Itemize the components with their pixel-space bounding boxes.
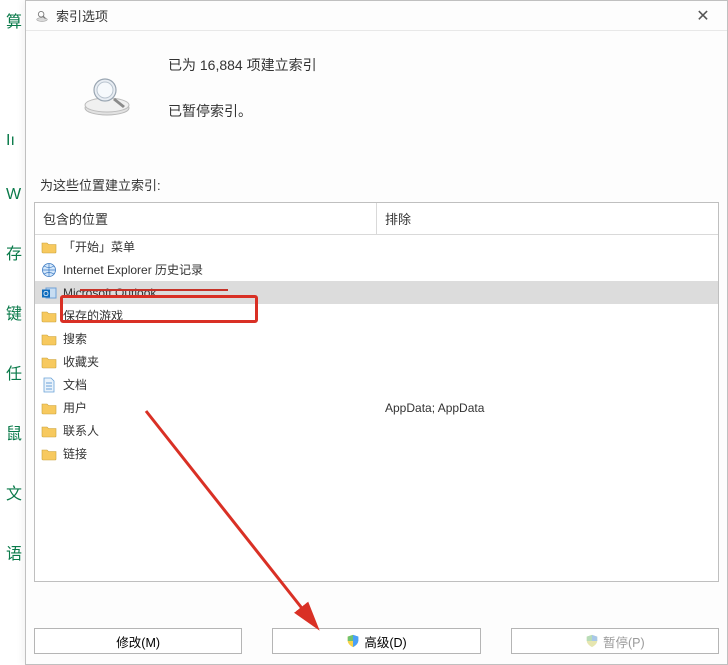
table-header: 包含的位置 排除 [35,203,718,235]
exclude-cell: AppData; AppData [377,401,718,415]
location-cell: Internet Explorer 历史记录 [35,261,377,278]
modify-button[interactable]: 修改(M) [34,628,242,654]
globe-icon [41,263,57,277]
location-label: 搜索 [63,330,87,347]
location-cell: 搜索 [35,330,377,347]
col-excluded[interactable]: 排除 [377,203,718,234]
location-label: 联系人 [63,422,99,439]
close-button[interactable]: ✕ [687,6,719,26]
button-bar: 修改(M) 高级(D) 暂停(P) [34,628,719,654]
table-row[interactable]: Internet Explorer 历史记录 [35,258,718,281]
table-row[interactable]: 搜索 [35,327,718,350]
location-label: 链接 [63,445,87,462]
location-label: 用户 [63,399,87,416]
magnifier-art [72,69,142,121]
table-row[interactable]: 用户 AppData; AppData [35,396,718,419]
folder-icon [41,447,57,461]
location-cell: 用户 [35,399,377,416]
items-indexed-text: 已为 16,884 项建立索引 [168,55,317,75]
table-body: 「开始」菜单Internet Explorer 历史记录OMicrosoft O… [35,235,718,581]
table-row[interactable]: 「开始」菜单 [35,235,718,258]
table-row[interactable]: 链接 [35,442,718,465]
locations-table: 包含的位置 排除 「开始」菜单Internet Explorer 历史记录OMi… [34,202,719,582]
dialog-title: 索引选项 [56,6,687,25]
location-cell: 联系人 [35,422,377,439]
shield-icon [346,634,360,648]
svg-text:O: O [43,291,49,298]
doc-icon [41,378,57,392]
table-row[interactable]: 文档 [35,373,718,396]
col-included[interactable]: 包含的位置 [35,203,377,234]
pause-button[interactable]: 暂停(P) [511,628,719,654]
status-area: 已为 16,884 项建立索引 已暂停索引。 [26,31,727,131]
folder-icon [41,424,57,438]
indexing-icon [34,8,50,24]
folder-icon [41,332,57,346]
shield-icon [585,634,599,648]
advanced-button[interactable]: 高级(D) [272,628,480,654]
annotation-strike [80,289,228,291]
titlebar: 索引选项 ✕ [26,1,727,31]
folder-icon [41,309,57,323]
indexing-paused-text: 已暂停索引。 [168,101,317,121]
outlook-icon: O [41,286,57,300]
locations-label: 为这些位置建立索引: [40,175,727,194]
annotation-highlight-outlook [60,295,258,323]
table-row[interactable]: 收藏夹 [35,350,718,373]
location-label: 「开始」菜单 [63,238,135,255]
indexing-options-dialog: 索引选项 ✕ 已为 16,884 项建立索引 已暂停索引。 为这些位置建立索引:… [25,0,728,665]
location-label: 收藏夹 [63,353,99,370]
location-cell: 收藏夹 [35,353,377,370]
table-row[interactable]: 联系人 [35,419,718,442]
folder-icon [41,355,57,369]
folder-icon [41,240,57,254]
folder-icon [41,401,57,415]
location-cell: 「开始」菜单 [35,238,377,255]
background-peek: 算 Iı W 存 键 任 鼠 文 语 [0,0,25,665]
location-cell: 链接 [35,445,377,462]
location-label: 文档 [63,376,87,393]
location-cell: 文档 [35,376,377,393]
location-label: Internet Explorer 历史记录 [63,261,203,278]
